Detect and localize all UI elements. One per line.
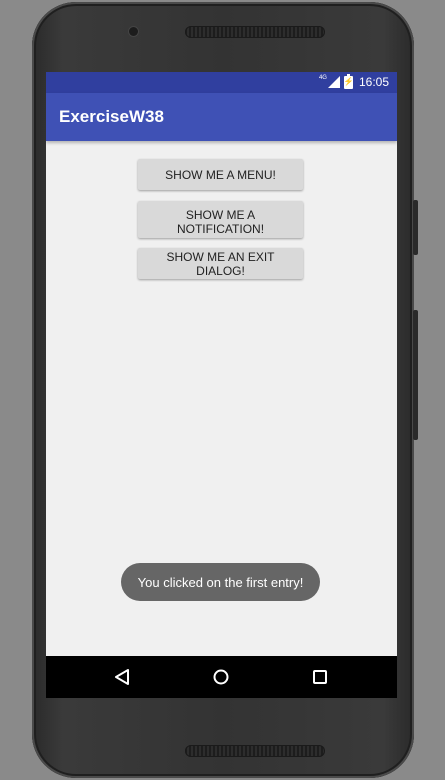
home-circle-icon	[213, 669, 229, 685]
phone-screen: 4G ⚡ 16:05 ExerciseW38 Show me a menu! S…	[46, 72, 397, 698]
status-clock: 16:05	[358, 75, 389, 89]
volume-button[interactable]	[413, 310, 418, 440]
status-bar: 4G ⚡ 16:05	[46, 72, 397, 93]
battery-bolt: ⚡	[343, 76, 354, 88]
emulator-stage: 4G ⚡ 16:05 ExerciseW38 Show me a menu! S…	[0, 0, 445, 780]
network-type-label: 4G	[318, 75, 327, 81]
app-bar: ExerciseW38	[46, 93, 397, 141]
toast-message: You clicked on the first entry!	[121, 563, 320, 601]
show-exit-dialog-button[interactable]: Show me an exit dialog!	[138, 248, 303, 279]
home-icon[interactable]	[208, 664, 234, 690]
top-speaker-grille	[185, 26, 325, 38]
power-button[interactable]	[413, 200, 418, 255]
battery-charging-icon: ⚡	[343, 73, 354, 89]
bottom-speaker-grille	[185, 745, 325, 757]
navigation-bar	[46, 656, 397, 698]
back-triangle-icon	[115, 669, 129, 685]
front-camera	[129, 27, 138, 36]
show-notification-button[interactable]: Show me a notification!	[138, 201, 303, 238]
recents-icon[interactable]	[307, 664, 333, 690]
recents-square-icon	[313, 670, 327, 684]
show-menu-button[interactable]: Show me a menu!	[138, 159, 303, 190]
status-icons: 4G ⚡ 16:05	[318, 73, 389, 89]
signal-strength-icon	[327, 76, 340, 88]
back-icon[interactable]	[109, 664, 135, 690]
app-title: ExerciseW38	[59, 107, 164, 126]
